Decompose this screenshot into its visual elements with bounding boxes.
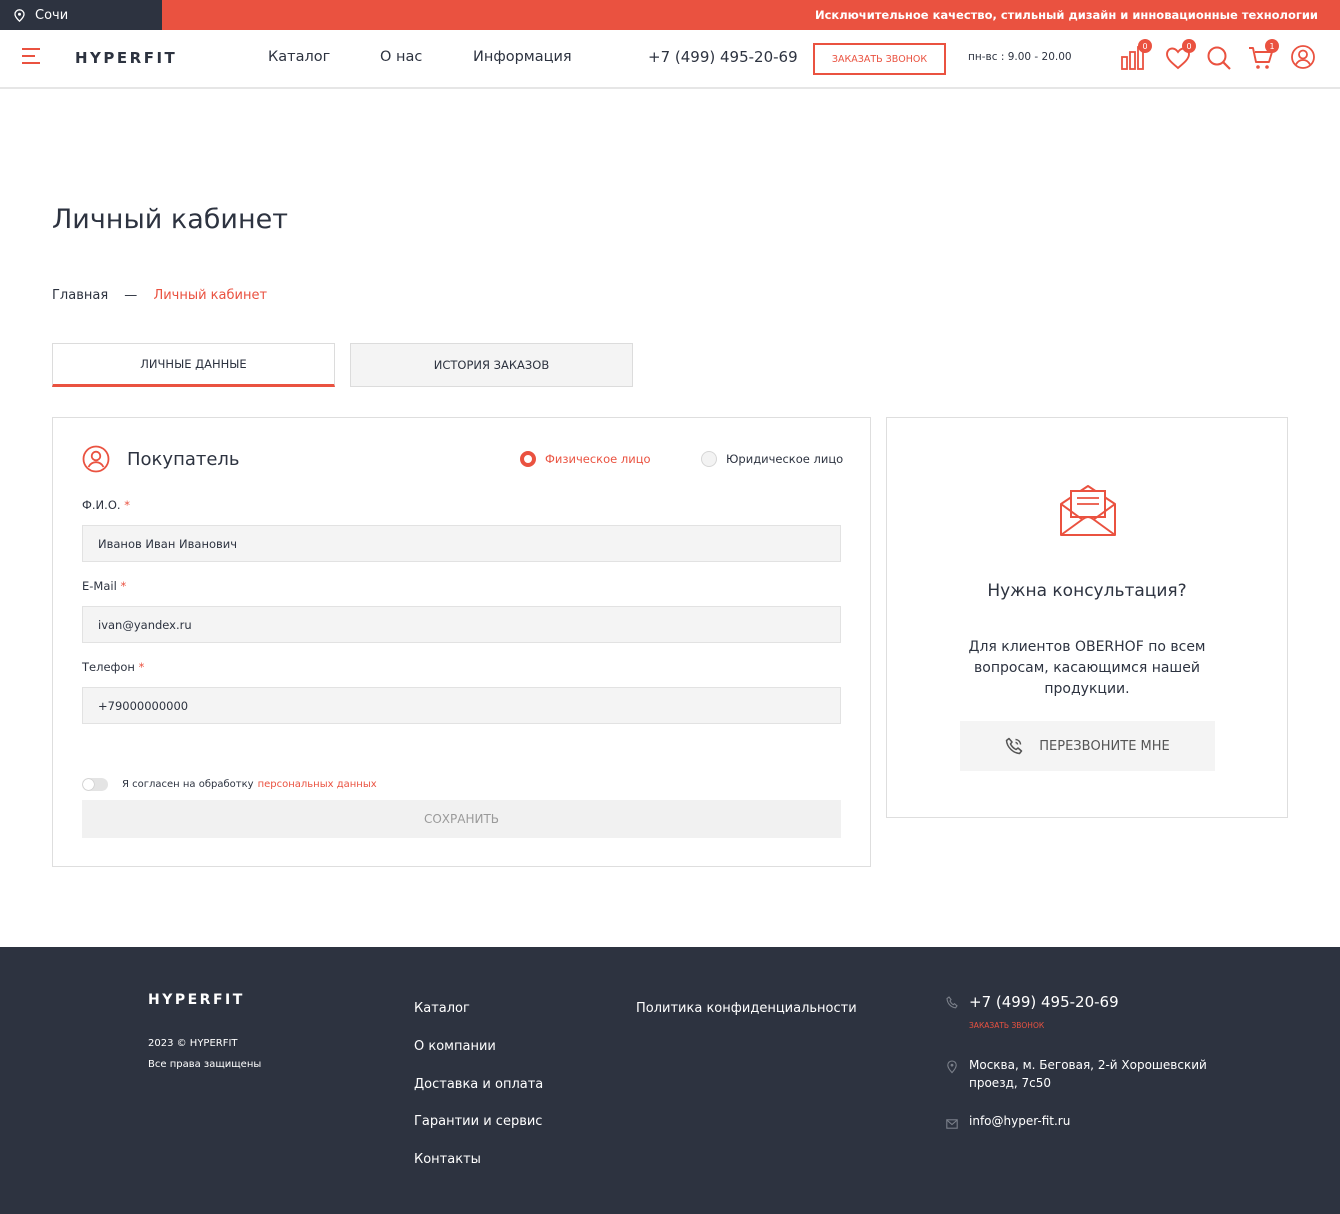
footer-order-call[interactable]: ЗАКАЗАТЬ ЗВОНОК — [969, 1021, 1044, 1030]
cart-button[interactable]: 1 — [1247, 39, 1279, 72]
footer-link-delivery[interactable]: Доставка и оплата — [414, 1077, 543, 1092]
city-selector[interactable]: Сочи — [0, 0, 162, 30]
favorites-count-badge: 0 — [1182, 39, 1196, 53]
nav-catalog[interactable]: Каталог — [268, 49, 330, 65]
mail-icon — [946, 1119, 958, 1129]
phone-field[interactable]: +79000000000 — [82, 687, 841, 724]
search-button[interactable] — [1205, 44, 1233, 72]
order-call-button[interactable]: ЗАКАЗАТЬ ЗВОНОК — [813, 43, 946, 75]
name-field[interactable]: Иванов Иван Иванович — [82, 525, 841, 562]
email-label: E-Mail * — [82, 579, 127, 593]
nav-info[interactable]: Информация — [473, 49, 572, 65]
footer-logo[interactable]: HYPERFIT — [148, 992, 245, 1008]
copyright-text: 2023 © HYPERFIT — [148, 1038, 238, 1049]
location-pin-icon — [14, 8, 25, 22]
radio-individual[interactable]: Физическое лицо — [520, 451, 651, 467]
city-name: Сочи — [35, 7, 69, 23]
footer-link-catalog[interactable]: Каталог — [414, 1001, 470, 1016]
envelope-icon — [1060, 485, 1116, 536]
header: HYPERFIT Каталог О нас Информация +7 (49… — [0, 30, 1340, 89]
compare-button[interactable]: 0 — [1120, 39, 1152, 72]
consent-text: Я согласен на обработку — [122, 779, 254, 790]
page-title: Личный кабинет — [52, 204, 288, 235]
consultation-text: Для клиентов OBERHOF по всем вопросам, к… — [968, 639, 1206, 697]
name-label: Ф.И.О. * — [82, 498, 130, 512]
radio-individual-label: Физическое лицо — [545, 452, 651, 466]
breadcrumb: Главная — Личный кабинет — [52, 288, 267, 303]
top-bar: Сочи Исключительное качество, стильный д… — [0, 0, 1340, 30]
footer-address: Москва, м. Беговая, 2-й Хорошевский прое… — [969, 1058, 1207, 1090]
cart-count-badge: 1 — [1265, 39, 1279, 53]
radio-legal[interactable]: Юридическое лицо — [701, 451, 843, 467]
account-button[interactable] — [1290, 44, 1318, 72]
working-hours: пн-вс : 9.00 - 20.00 — [968, 51, 1072, 63]
breadcrumb-home[interactable]: Главная — [52, 288, 108, 303]
footer-link-warranty[interactable]: Гарантии и сервис — [414, 1114, 542, 1129]
radio-legal-label: Юридическое лицо — [726, 452, 844, 466]
phone-label: Телефон * — [82, 660, 145, 674]
user-icon — [82, 445, 110, 473]
breadcrumb-separator: — — [124, 288, 138, 303]
radio-unchecked-icon — [701, 451, 717, 467]
user-icon — [1291, 45, 1315, 69]
consultation-card: Нужна консультация? Для клиентов OBERHOF… — [886, 417, 1288, 818]
radio-checked-icon — [520, 451, 536, 467]
compare-count-badge: 0 — [1138, 39, 1152, 53]
rights-text: Все права защищены — [148, 1059, 262, 1070]
email-field[interactable]: ivan@yandex.ru — [82, 606, 841, 643]
breadcrumb-current: Личный кабинет — [153, 288, 268, 303]
tab-order-history[interactable]: ИСТОРИЯ ЗАКАЗОВ — [350, 343, 633, 387]
header-phone[interactable]: +7 (499) 495-20-69 — [648, 48, 798, 66]
slogan: Исключительное качество, стильный дизайн… — [162, 0, 1340, 30]
footer-phone[interactable]: +7 (499) 495-20-69 — [969, 993, 1119, 1011]
footer-link-contacts[interactable]: Контакты — [414, 1152, 481, 1167]
callback-me-button[interactable]: ПЕРЕЗВОНИТЕ МНЕ — [960, 721, 1215, 771]
menu-icon[interactable] — [22, 47, 42, 65]
search-icon — [1207, 46, 1231, 70]
footer-link-privacy[interactable]: Политика конфиденциальности — [636, 1001, 857, 1016]
consent-toggle[interactable] — [82, 778, 108, 791]
buyer-title: Покупатель — [127, 449, 240, 470]
favorites-button[interactable]: 0 — [1164, 39, 1196, 72]
location-pin-icon — [947, 1060, 957, 1074]
phone-icon — [946, 996, 958, 1009]
footer-copyright: 2023 © HYPERFIT Все права защищены — [148, 1033, 261, 1075]
phone-icon — [1005, 737, 1023, 755]
footer: HYPERFIT 2023 © HYPERFIT Все права защищ… — [0, 947, 1340, 1214]
buyer-form: Покупатель Физическое лицо Юридическое л… — [52, 417, 871, 867]
save-button[interactable]: СОХРАНИТЬ — [82, 800, 841, 838]
consent-row: Я согласен на обработку персональных дан… — [82, 778, 377, 791]
callback-me-label: ПЕРЕЗВОНИТЕ МНЕ — [1039, 738, 1170, 754]
consultation-title: Нужна консультация? — [987, 581, 1187, 601]
consent-link[interactable]: персональных данных — [258, 779, 377, 790]
footer-link-company[interactable]: О компании — [414, 1039, 496, 1054]
tab-personal-data[interactable]: ЛИЧНЫЕ ДАННЫЕ — [52, 343, 335, 387]
nav-about[interactable]: О нас — [380, 49, 422, 65]
logo[interactable]: HYPERFIT — [75, 49, 177, 67]
footer-email[interactable]: info@hyper-fit.ru — [969, 1114, 1070, 1128]
